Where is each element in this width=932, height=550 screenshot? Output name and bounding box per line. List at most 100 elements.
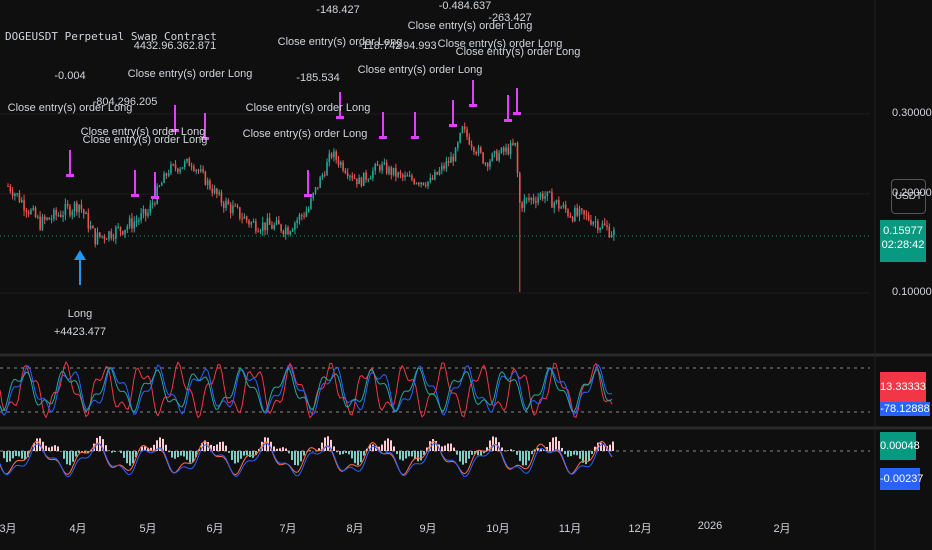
candle-body: [613, 229, 615, 236]
candle-body: [167, 173, 170, 176]
exit-marker: [151, 196, 159, 199]
osc2-histogram-bar: [309, 450, 311, 451]
candle-body: [594, 221, 597, 223]
osc2-histogram-bar: [399, 451, 401, 460]
candle-body: [564, 204, 567, 210]
candle-body: [470, 144, 473, 148]
candle-body: [475, 151, 477, 154]
osc1-line-red: [0, 360, 613, 419]
candle-body: [287, 227, 289, 235]
osc2-histogram-bar: [351, 451, 353, 459]
candle-body: [27, 212, 30, 214]
candle-body: [580, 208, 583, 211]
candle-body: [69, 205, 71, 216]
trade-annotation: Long: [67, 308, 93, 320]
osc2-histogram-bar: [105, 445, 107, 451]
candle-body: [298, 214, 301, 221]
last-price: 0.15977: [883, 225, 923, 237]
candle-body: [112, 238, 115, 240]
osc2-histogram-bar: [21, 451, 23, 459]
candle-body: [482, 152, 484, 164]
osc2-histogram-bar: [177, 451, 179, 458]
candle-body: [330, 153, 333, 158]
candle-body: [241, 218, 243, 220]
candle-body: [438, 170, 441, 175]
candle-body: [255, 221, 257, 232]
candle-body: [211, 188, 214, 194]
osc2-histogram-bar: [183, 451, 185, 457]
candle-body: [390, 167, 393, 176]
osc2-histogram-bar: [279, 448, 281, 451]
candle-body: [179, 168, 181, 172]
candle-body: [592, 222, 595, 225]
candle-body: [411, 175, 413, 180]
osc2-histogram-bar: [414, 451, 416, 459]
osc2-value-a: 0.00048: [880, 432, 920, 460]
candle-body: [149, 204, 152, 213]
candle-body: [326, 161, 328, 176]
osc2-histogram-bar: [180, 451, 182, 456]
time-tick: 12月: [628, 523, 652, 535]
candle-body: [128, 218, 131, 227]
candle-body: [250, 222, 253, 225]
candle-body: [321, 174, 324, 178]
candle-body: [569, 215, 572, 218]
osc2-histogram-bar: [564, 451, 566, 455]
candle-body: [96, 232, 99, 245]
time-tick: 10月: [486, 523, 510, 535]
osc2-histogram-bar: [468, 451, 470, 459]
osc2-histogram-bar: [15, 451, 17, 457]
candle-body: [257, 231, 259, 233]
candle-body: [401, 174, 404, 178]
candle-body: [528, 198, 530, 200]
time-tick: 2月: [773, 523, 791, 535]
candle-body: [163, 173, 165, 184]
osc2-histogram-bar: [120, 451, 122, 454]
candle-body: [574, 207, 576, 222]
candle-body: [530, 197, 533, 200]
chart-canvas[interactable]: [0, 0, 932, 550]
osc2-histogram-bar: [588, 451, 590, 461]
candle-body: [172, 164, 175, 166]
candle-body: [351, 175, 354, 179]
candle-body: [328, 153, 331, 162]
osc2-histogram-bar: [525, 451, 527, 466]
osc2-histogram-bar: [57, 446, 59, 451]
osc1-line-green: [0, 366, 613, 414]
osc2-histogram-bar: [294, 451, 296, 466]
candle-body: [62, 215, 64, 217]
osc2-histogram-bar: [417, 451, 419, 462]
candle-body: [450, 156, 452, 163]
candle-body: [117, 226, 119, 228]
osc2-histogram-bar: [348, 451, 350, 455]
candle-body: [278, 220, 280, 225]
candle-body: [337, 159, 340, 165]
osc2-histogram-bar: [129, 451, 131, 466]
exit-marker: [411, 136, 419, 139]
osc2-histogram-bar: [576, 451, 578, 456]
candle-body: [284, 227, 287, 235]
candle-body: [509, 143, 512, 155]
candle-body: [243, 216, 246, 219]
osc2-histogram-bar: [459, 451, 461, 462]
candle-body: [585, 214, 588, 216]
candle-body: [273, 224, 276, 229]
osc2-histogram-bar: [111, 451, 113, 453]
candle-body: [314, 187, 317, 193]
candle-body: [546, 191, 549, 197]
osc2-histogram-bar: [165, 444, 167, 451]
osc2-histogram-bar: [360, 451, 362, 463]
osc2-histogram-bar: [513, 450, 515, 451]
candle-body: [294, 223, 296, 230]
candle-body: [484, 163, 487, 165]
trade-annotation: Close entry(s) order Long: [242, 128, 368, 140]
osc2-histogram-bar: [276, 448, 278, 451]
candle-body: [493, 150, 496, 154]
osc2-histogram-bar: [60, 451, 62, 452]
candle-body: [567, 209, 569, 216]
trade-annotation: -263.427: [488, 12, 532, 24]
candle-body: [252, 221, 255, 223]
candle-body: [548, 191, 551, 193]
candle-body: [365, 172, 367, 180]
candle-body: [436, 171, 438, 175]
